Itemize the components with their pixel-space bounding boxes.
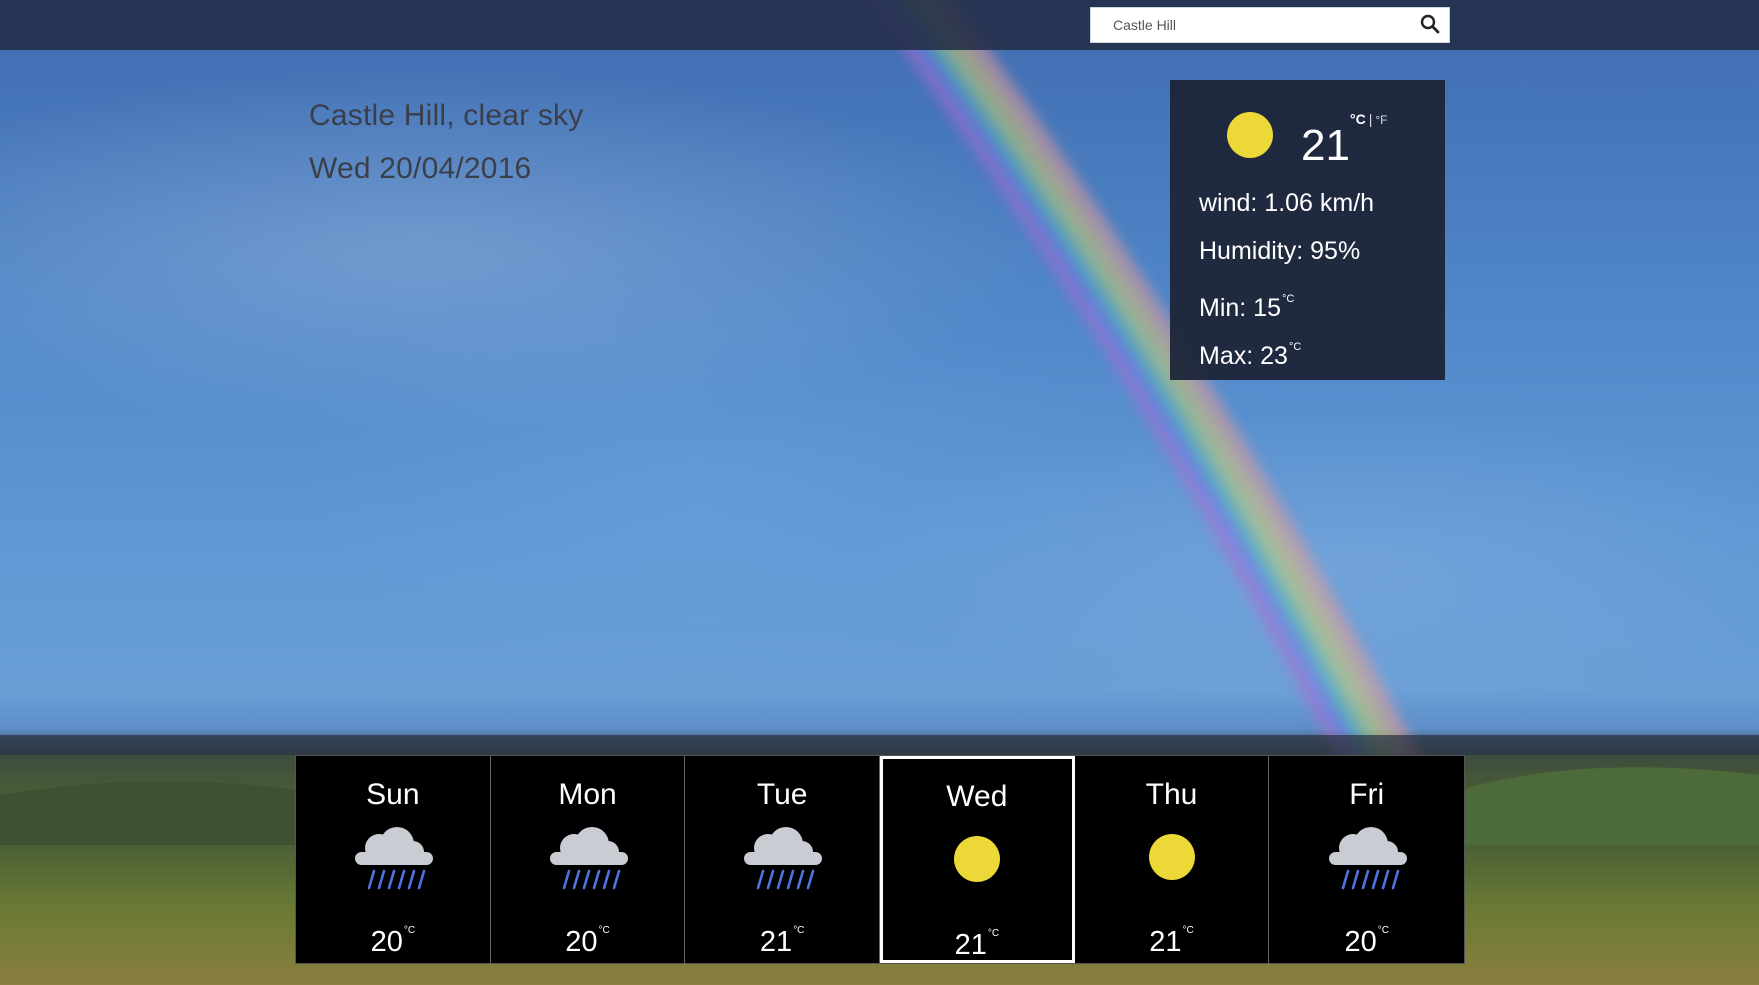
day-temp-value: 20 bbox=[1344, 926, 1377, 958]
day-temp: 20°C bbox=[296, 916, 490, 957]
day-temp-unit: °C bbox=[1182, 925, 1194, 936]
max-temp-unit: °C bbox=[1288, 341, 1302, 353]
min-temp-unit: °C bbox=[1281, 293, 1295, 305]
min-temp-value: Min: 15 bbox=[1199, 294, 1281, 322]
max-temp-value: Max: 23 bbox=[1199, 342, 1288, 370]
day-temp: 21°C bbox=[880, 919, 1074, 960]
search-button[interactable] bbox=[1417, 12, 1443, 38]
sun-icon bbox=[1148, 834, 1195, 880]
rain-cloud-icon bbox=[549, 827, 628, 890]
current-date: Wed 20/04/2016 bbox=[309, 152, 532, 185]
icon-holder bbox=[296, 822, 490, 892]
day-temp: 21°C bbox=[685, 916, 879, 957]
fahrenheit-toggle[interactable]: °F bbox=[1375, 113, 1387, 127]
day-name: Wed bbox=[946, 780, 1008, 813]
icon-holder bbox=[491, 822, 685, 892]
search-icon bbox=[1420, 14, 1440, 33]
sun-icon bbox=[953, 836, 1000, 882]
max-temp: Max: 23°C bbox=[1199, 333, 1301, 370]
humidity: Humidity: 95% bbox=[1199, 237, 1361, 265]
sky-background bbox=[0, 0, 1759, 735]
forecast-day-fri[interactable]: Fri 20°C bbox=[1269, 756, 1465, 963]
day-name: Mon bbox=[558, 778, 617, 811]
search-box bbox=[1090, 7, 1450, 43]
sun-icon bbox=[1227, 112, 1273, 158]
icon-holder bbox=[880, 822, 1074, 892]
location-heading: Castle Hill, clear sky Wed 20/04/2016 bbox=[309, 98, 583, 204]
min-temp: Min: 15°C bbox=[1199, 285, 1294, 322]
day-temp-value: 21 bbox=[954, 929, 987, 961]
rain-cloud-icon bbox=[744, 827, 823, 890]
app-background: Castle Hill, clear sky Wed 20/04/2016 21… bbox=[0, 0, 1759, 985]
day-temp-unit: °C bbox=[403, 925, 416, 936]
day-temp: 20°C bbox=[1269, 916, 1464, 957]
forecast-day-tue[interactable]: Tue 21°C bbox=[685, 756, 881, 963]
forecast-day-wed[interactable]: Wed 21°C bbox=[880, 756, 1075, 963]
icon-holder bbox=[1269, 822, 1464, 892]
rain-cloud-icon bbox=[354, 827, 433, 890]
forecast-day-mon[interactable]: Mon 20°C bbox=[490, 756, 686, 963]
day-temp-value: 20 bbox=[370, 926, 403, 958]
forecast-strip bbox=[0, 735, 1759, 755]
location-condition: Castle Hill, clear sky bbox=[309, 99, 584, 132]
current-weather-panel: 21 °C | °F wind: 1.06 km/h Humidity: 95% M… bbox=[1170, 80, 1445, 380]
day-name: Tue bbox=[756, 778, 808, 811]
day-name: Sun bbox=[366, 778, 420, 811]
day-temp-value: 20 bbox=[565, 926, 598, 958]
top-bar bbox=[0, 0, 1759, 50]
day-temp-unit: °C bbox=[987, 928, 1000, 939]
day-temp: 20°C bbox=[491, 916, 685, 957]
icon-holder bbox=[685, 822, 879, 892]
unit-separator: | bbox=[1368, 111, 1373, 127]
current-temperature: 21 bbox=[1301, 121, 1350, 170]
day-temp-value: 21 bbox=[1149, 926, 1182, 958]
day-temp: 21°C bbox=[1075, 916, 1269, 957]
day-temp-unit: °C bbox=[1377, 925, 1389, 936]
day-name: Fri bbox=[1349, 778, 1385, 811]
forecast-day-thu[interactable]: Thu 21°C bbox=[1074, 756, 1270, 963]
icon-holder bbox=[1075, 822, 1269, 892]
day-temp-value: 21 bbox=[759, 926, 793, 958]
day-name: Thu bbox=[1145, 778, 1198, 811]
search-input[interactable] bbox=[1113, 8, 1413, 42]
forecast-row: Sun 20°C Mon 20°C Tue 21°C Wed 21°C Thu … bbox=[295, 755, 1465, 964]
day-temp-unit: °C bbox=[598, 925, 610, 936]
day-temp-unit: °C bbox=[793, 925, 805, 936]
forecast-day-sun[interactable]: Sun 20°C bbox=[296, 756, 491, 963]
unit-toggle: °C | °F bbox=[1350, 112, 1388, 127]
celsius-toggle[interactable]: °C bbox=[1350, 111, 1366, 127]
rain-cloud-icon bbox=[1328, 827, 1407, 890]
wind-speed: wind: 1.06 km/h bbox=[1199, 189, 1375, 217]
